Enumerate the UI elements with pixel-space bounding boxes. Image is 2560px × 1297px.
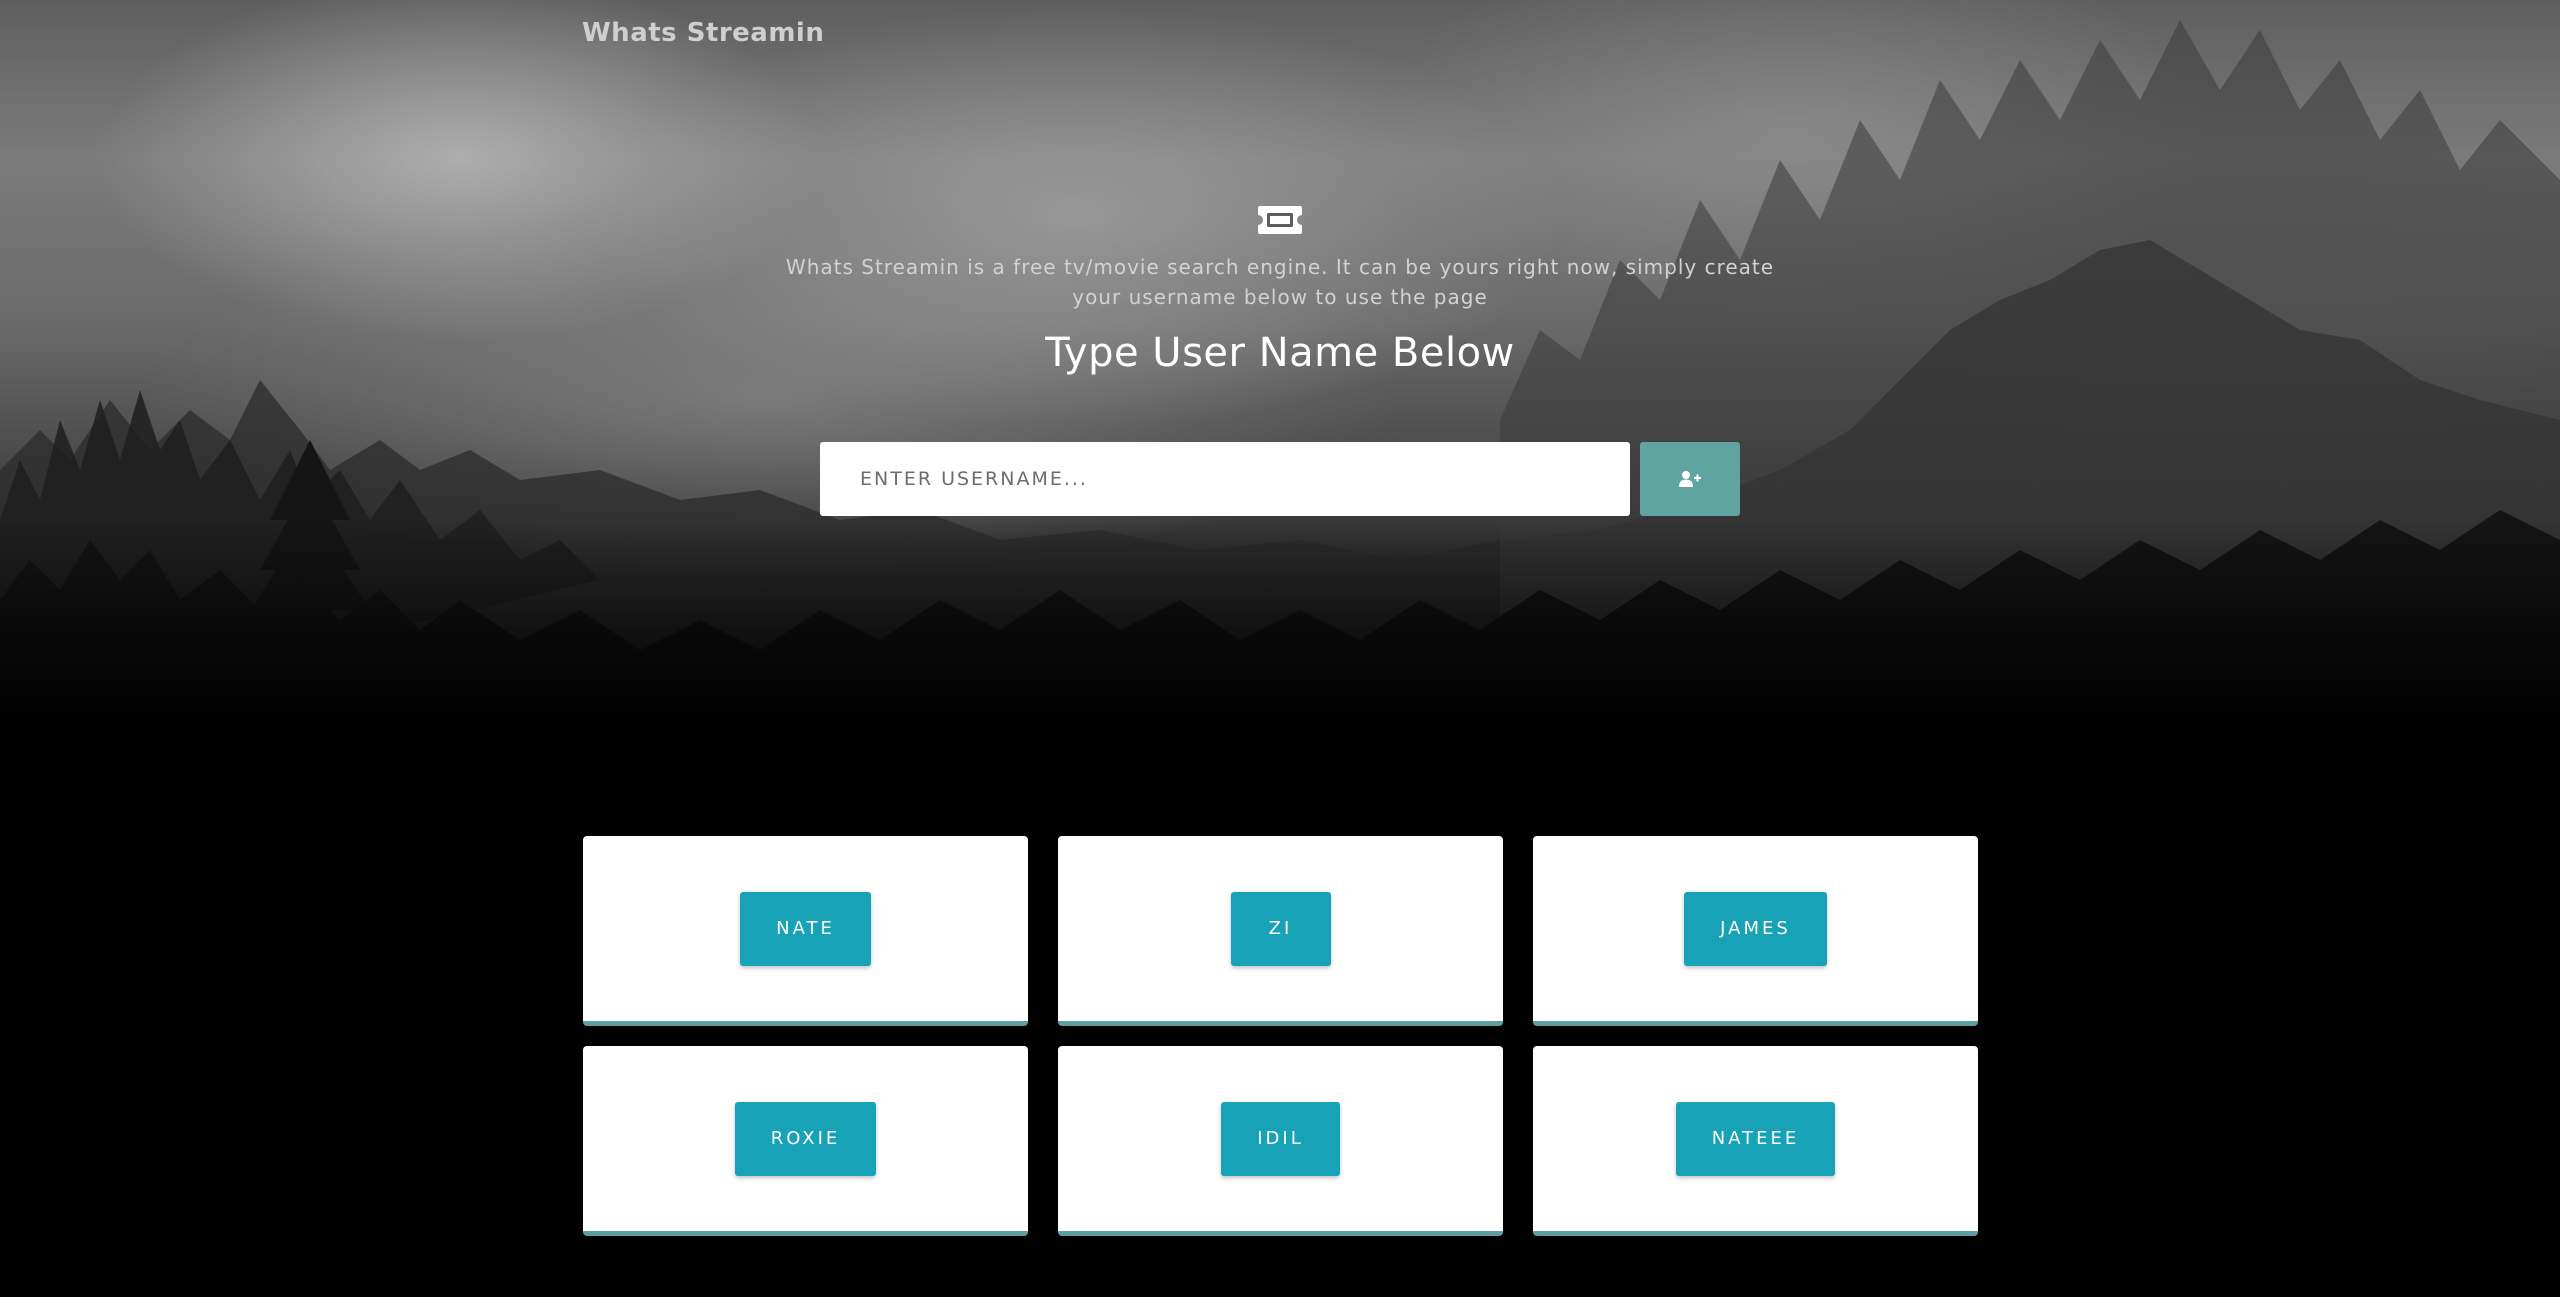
user-button-roxie[interactable]: ROXIE	[734, 1101, 877, 1176]
page: Whats Streamin Whats Streamin is a free …	[0, 0, 2560, 1297]
add-user-button[interactable]	[1640, 442, 1740, 516]
user-card: JAMES	[1533, 836, 1978, 1026]
user-card: ROXIE	[583, 1046, 1028, 1236]
user-card: NATE	[583, 836, 1028, 1026]
user-button-nate[interactable]: NATE	[740, 891, 871, 966]
user-card: IDIL	[1058, 1046, 1503, 1236]
brand-title[interactable]: Whats Streamin	[582, 18, 824, 48]
hero-description: Whats Streamin is a free tv/movie search…	[785, 255, 1775, 309]
user-card: NATEEE	[1533, 1046, 1978, 1236]
hero-headline: Type User Name Below	[1045, 330, 1515, 376]
user-button-idil[interactable]: IDIL	[1221, 1101, 1340, 1176]
user-cards-grid: NATE ZI JAMES ROXIE IDIL NATEEE	[583, 836, 1978, 1236]
user-plus-icon	[1679, 471, 1701, 487]
ticket-icon	[1258, 206, 1302, 234]
user-button-zi[interactable]: ZI	[1230, 891, 1331, 966]
user-button-nateee[interactable]: NATEEE	[1675, 1101, 1836, 1176]
user-card: ZI	[1058, 836, 1503, 1026]
username-input[interactable]	[820, 442, 1630, 516]
user-button-james[interactable]: JAMES	[1684, 891, 1827, 966]
